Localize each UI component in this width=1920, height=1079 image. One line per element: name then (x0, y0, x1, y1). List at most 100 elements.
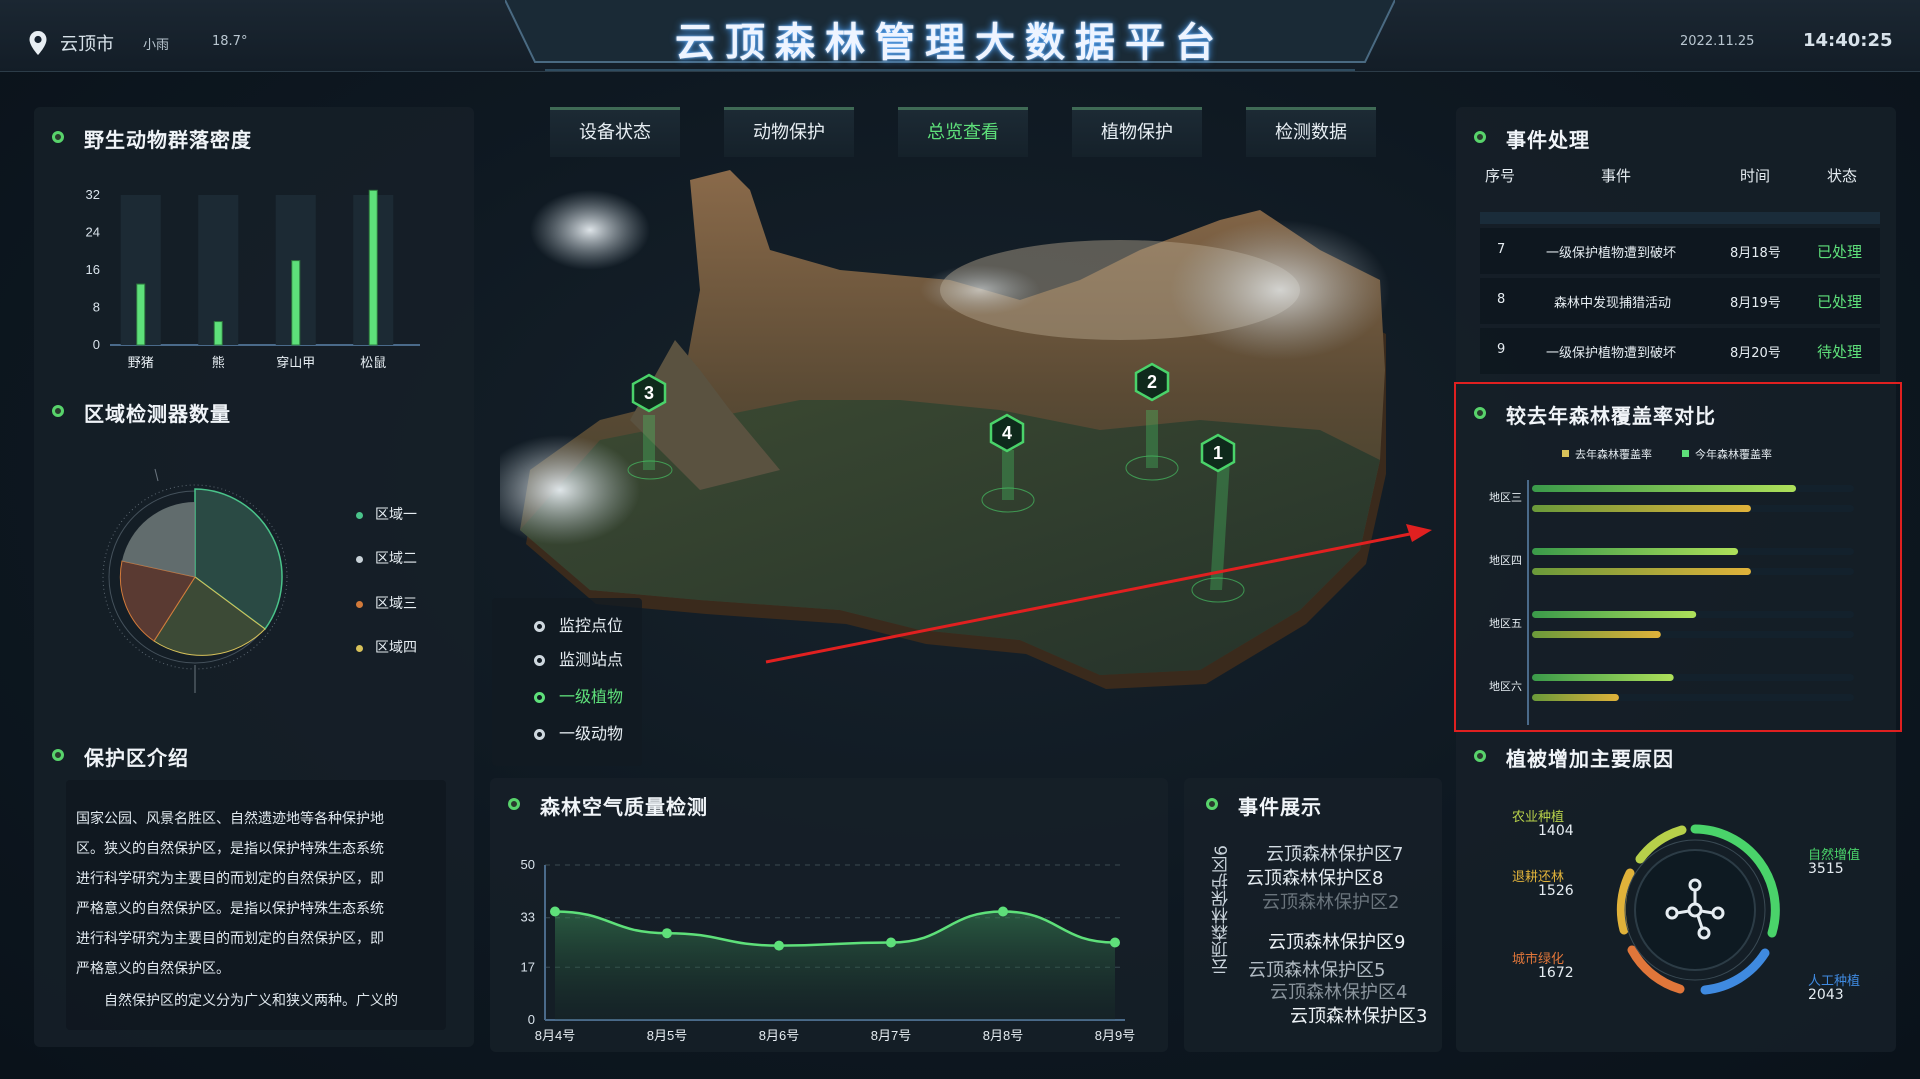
y-tick-label: 24 (86, 225, 100, 240)
bar-last-year (1532, 631, 1661, 638)
event-show-vertical-label: 云顶森林保护区6 (1212, 845, 1232, 975)
table-header-divider (1480, 212, 1880, 224)
reserve-text-line: 自然保护区的定义分为广义和狭义两种。广义的 (104, 993, 398, 1009)
reserve-text-line: 严格意义的自然保护区。 (76, 961, 230, 977)
row-status: 待处理 (1817, 343, 1863, 361)
y-tick-label: 17 (521, 959, 535, 974)
y-tick-label: 32 (86, 187, 100, 202)
detector-pie-chart (102, 468, 288, 693)
clock-text: 14:40:25 (1803, 30, 1893, 51)
date-text: 2022.11.25 (1680, 34, 1755, 49)
section-dot-icon (52, 405, 64, 417)
section-dot-icon (1474, 750, 1486, 762)
title-plate: 云顶森林管理大数据平台 (505, 0, 1395, 80)
legend-label: 去年森林覆盖率 (1575, 447, 1652, 461)
air-quality-line-chart: 0 17 33 50 8月4号 8月5号 8月6号 8月7号 8月8号 8月9号 (521, 857, 1136, 1043)
y-tick-label: 50 (521, 857, 535, 872)
data-point (550, 906, 560, 917)
table-header-no: 序号 (1485, 167, 1516, 185)
marker-label: 2 (1147, 372, 1157, 392)
data-point (886, 937, 896, 948)
section-dot-icon (52, 749, 64, 761)
vegetation-value: 2043 (1808, 987, 1844, 1003)
tab-animal-protection[interactable]: 动物保护 (724, 107, 854, 157)
section-dot-icon (52, 131, 64, 143)
detector-legend-item: 区域二 (356, 548, 417, 568)
data-point (774, 940, 784, 951)
coverage-title: 较去年森林覆盖率对比 (1506, 404, 1716, 428)
red-arrow-annotation (765, 524, 1432, 664)
wildlife-title: 野生动物群落密度 (84, 128, 252, 152)
table-header-time: 时间 (1740, 167, 1771, 185)
row-no: 9 (1497, 342, 1506, 357)
x-tick-label: 8月4号 (535, 1028, 575, 1043)
marker-label: 1 (1213, 443, 1223, 463)
row-time: 8月18号 (1730, 246, 1781, 261)
legend-swatch (1682, 450, 1689, 457)
events-title: 事件处理 (1506, 128, 1590, 152)
row-event: 一级保护植物遭到破坏 (1546, 246, 1677, 261)
page-title: 云顶森林管理大数据平台 (675, 20, 1225, 66)
tab-detection-data[interactable]: 检测数据 (1246, 107, 1376, 157)
bar (368, 189, 378, 346)
table-header-status: 状态 (1827, 167, 1858, 185)
map-legend-item[interactable]: 监测站点 (534, 646, 623, 670)
bar-this-year (1532, 485, 1797, 492)
detector-legend-item: 区域四 (356, 637, 417, 657)
reserve-text-line: 进行科学研究为主要目的而划定的自然保护区，即 (76, 871, 384, 887)
bar-last-year (1532, 694, 1619, 701)
location-pin-icon (29, 31, 47, 55)
tab-overview[interactable]: 总览查看 (898, 107, 1028, 157)
event-cloud-item[interactable]: 云顶森林保护区7 (1266, 840, 1403, 866)
y-tick-label: 8 (93, 300, 100, 315)
coverage-bar-chart: 去年森林覆盖率 今年森林覆盖率地区三地区四地区五地区六 (1489, 447, 1854, 725)
data-point (1110, 937, 1120, 948)
detectors-title: 区域检测器数量 (84, 402, 231, 426)
tab-plant-protection[interactable]: 植物保护 (1072, 107, 1202, 157)
section-dot-icon (508, 798, 520, 810)
x-tick-label: 野猪 (128, 355, 154, 370)
wildlife-density-chart: 0 8 16 24 32 野猪 熊 穿山甲 松鼠 (86, 187, 420, 370)
row-event: 一级保护植物遭到破坏 (1546, 346, 1677, 361)
y-tick-label: 地区六 (1489, 680, 1522, 693)
event-cloud-item[interactable]: 云顶森林保护区3 (1290, 1002, 1427, 1028)
event-cloud-item[interactable]: 云顶森林保护区4 (1270, 978, 1407, 1004)
map-legend-item-active[interactable]: 一级植物 (534, 683, 623, 707)
x-tick-label: 熊 (212, 355, 225, 370)
bar-this-year (1532, 611, 1697, 618)
bar-this-year (1532, 674, 1674, 681)
data-point (998, 906, 1008, 917)
y-tick-label: 地区五 (1489, 617, 1522, 630)
event-cloud-item[interactable]: 云顶森林保护区2 (1262, 888, 1399, 914)
bar-last-year (1532, 568, 1751, 575)
section-dot-icon (1474, 407, 1486, 419)
row-status: 已处理 (1817, 243, 1863, 261)
bar (136, 283, 146, 346)
map-legend-item[interactable]: 监控点位 (534, 612, 623, 636)
x-tick-label: 8月7号 (871, 1028, 911, 1043)
detector-legend-item: 区域一 (356, 504, 417, 524)
vegetation-value: 1526 (1538, 883, 1574, 899)
x-tick-label: 8月8号 (983, 1028, 1023, 1043)
event-cloud-item[interactable]: 云顶森林保护区8 (1246, 864, 1383, 890)
row-time: 8月19号 (1730, 296, 1781, 311)
tab-device-status[interactable]: 设备状态 (550, 107, 680, 157)
vegetation-ring-chart (1616, 824, 1780, 995)
temperature-text: 18.7° (212, 34, 248, 49)
y-tick-label: 16 (86, 262, 100, 277)
legend-label: 今年森林覆盖率 (1695, 447, 1772, 461)
dashboard: 云顶市 小雨 18.7° 2022.11.25 14:40:25 云顶森林管理大… (0, 0, 1920, 1079)
x-tick-label: 穿山甲 (276, 355, 315, 370)
data-point (662, 928, 672, 939)
reserve-text-line: 国家公园、风景名胜区、自然遗迹地等各种保护地 (76, 811, 384, 827)
map-legend-item[interactable]: 一级动物 (534, 720, 623, 744)
x-tick-label: 8月6号 (759, 1028, 799, 1043)
area-fill (555, 911, 1115, 1020)
row-status: 已处理 (1817, 293, 1863, 311)
reserve-text-line: 进行科学研究为主要目的而划定的自然保护区，即 (76, 931, 384, 947)
event-cloud-item[interactable]: 云顶森林保护区9 (1268, 928, 1405, 954)
vegetation-value: 1672 (1538, 965, 1574, 981)
air-quality-title: 森林空气质量检测 (540, 795, 708, 819)
reserve-title: 保护区介绍 (84, 746, 189, 770)
vegetation-value: 1404 (1538, 823, 1574, 839)
